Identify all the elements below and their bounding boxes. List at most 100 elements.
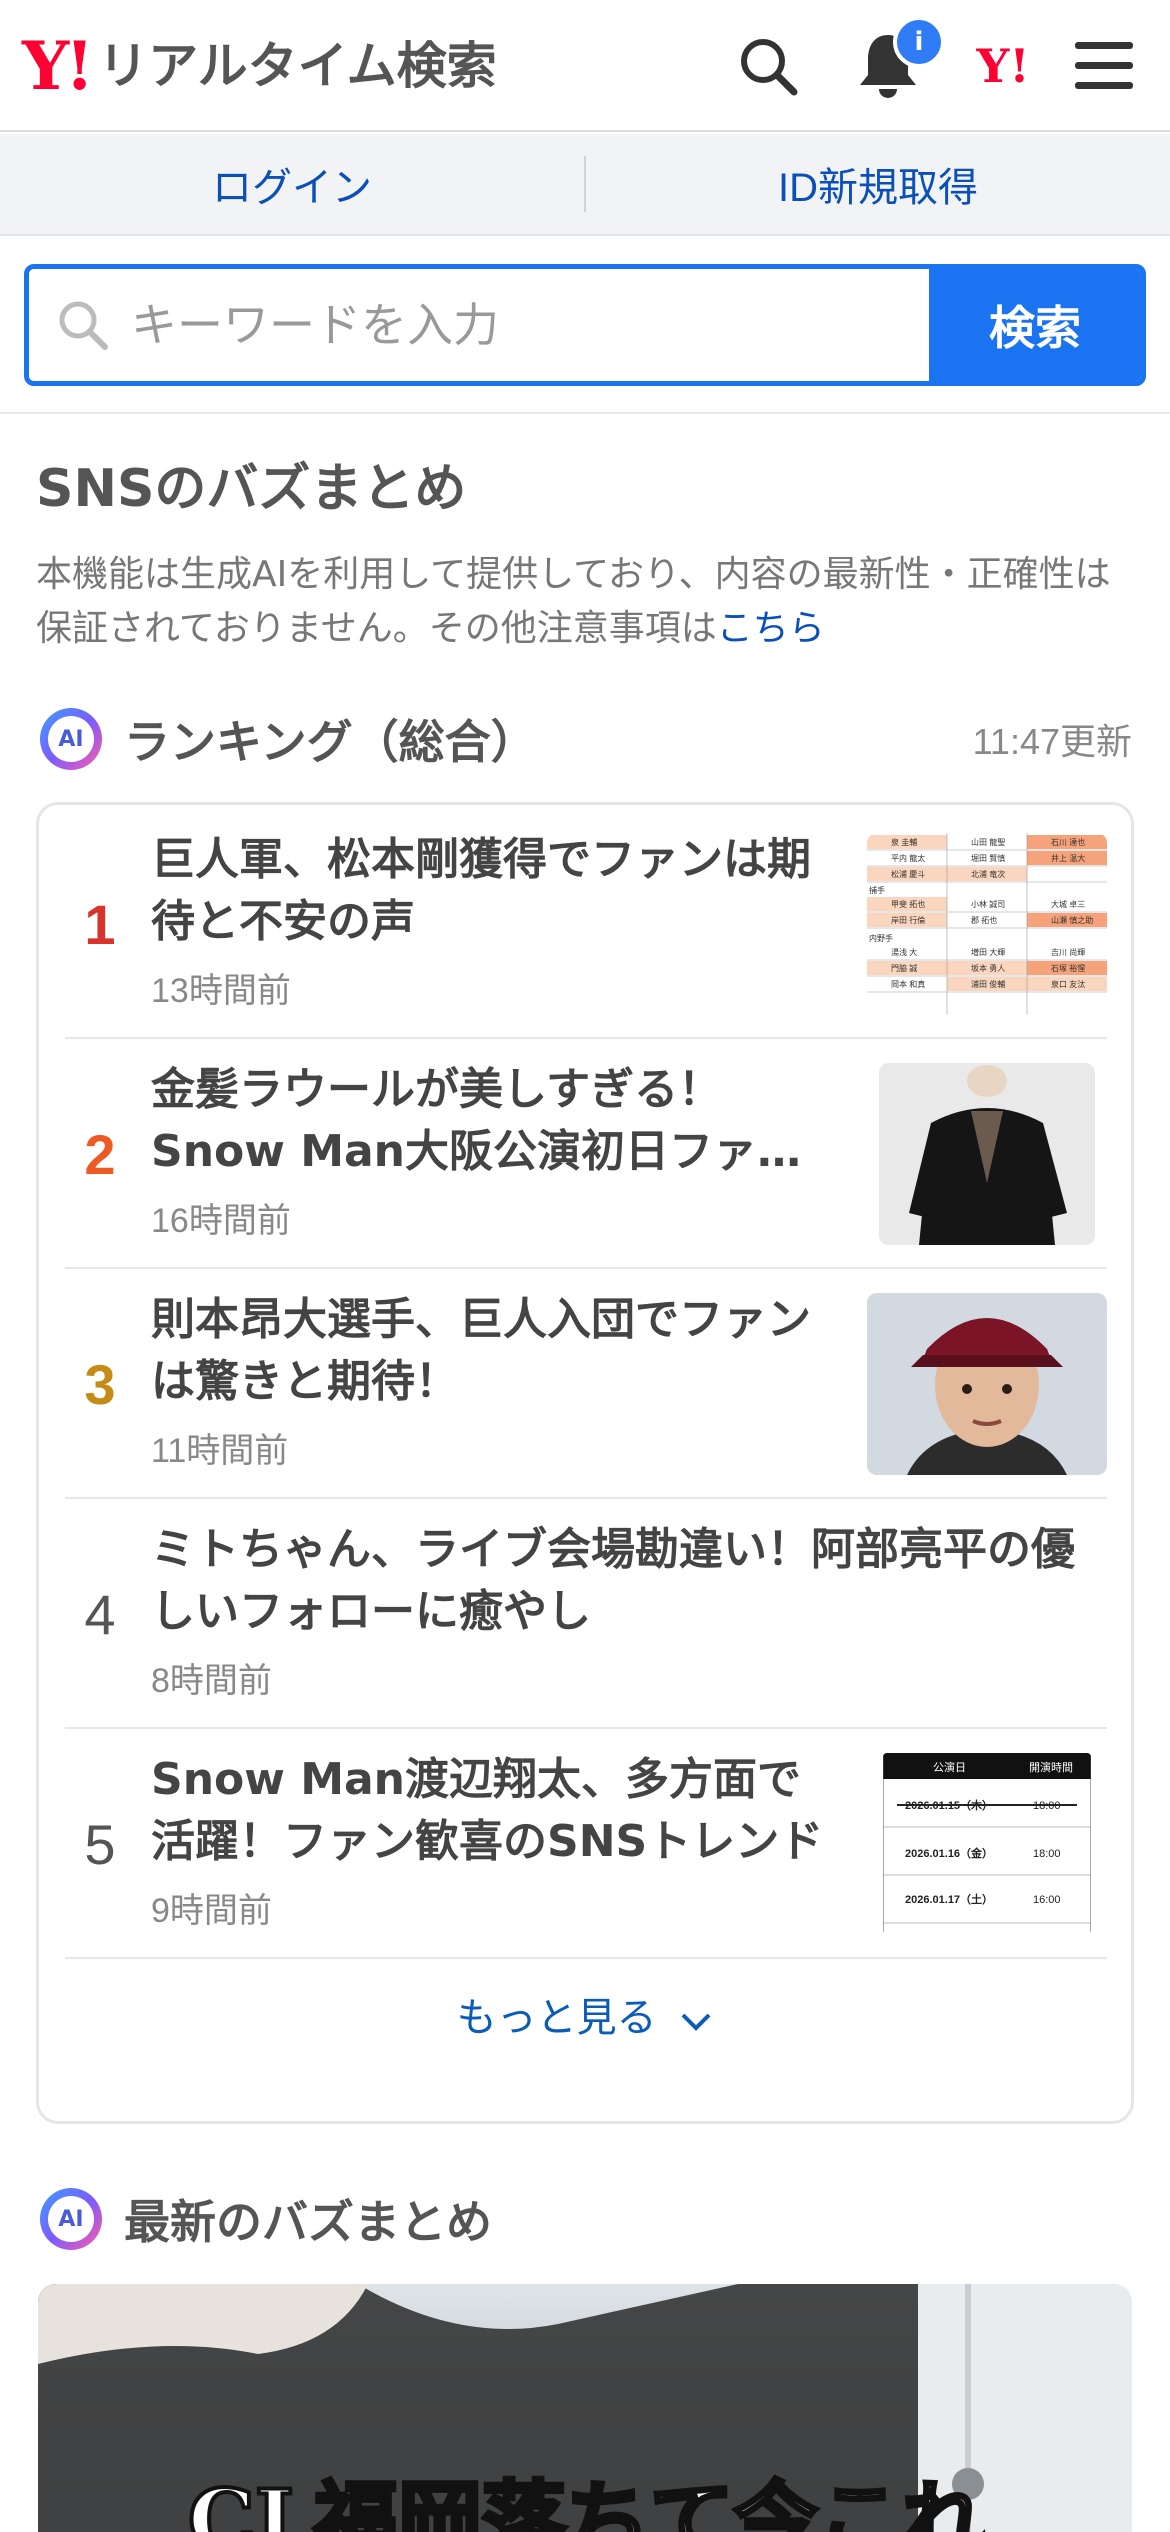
roster-name: 浦田 俊輔 xyxy=(971,979,1005,989)
schedule-time: 16:00 xyxy=(1033,1894,1061,1906)
ranking-header: AI ランキング（総合） 11:47更新 xyxy=(40,704,1132,774)
more-label: もっと見る xyxy=(456,1995,657,2041)
ranking-item[interactable]: 5 Snow Man渡辺翔太、多方面で 活躍！ファン歓喜のSNSトレンド 9時間… xyxy=(65,1729,1107,1959)
roster-name: 門脇 誠 xyxy=(891,963,917,973)
title-line: Snow Man渡辺翔太、多方面で xyxy=(151,1754,802,1805)
roster-label-infield: 内野手 xyxy=(869,933,893,943)
rank-number: 3 xyxy=(84,1352,116,1416)
ranking-card: 1 巨人軍、松本剛獲得でファンは期 待と不安の声 13時間前 泉 圭輔 山田 龍聖… xyxy=(36,802,1134,2124)
ranking-item[interactable]: 4 ミトちゃん、ライブ会場勘違い！阿部亮平の優 しいフォローに癒やし 8時間前 xyxy=(65,1499,1107,1729)
roster-name: 岡本 和真 xyxy=(891,979,925,989)
search-icon[interactable] xyxy=(730,28,806,104)
yahoo-japan-icon[interactable]: Y! xyxy=(965,28,1041,104)
latest-buzz-caption: CL福岡落ちて今これ xyxy=(186,2469,988,2532)
ranking-thumbnail xyxy=(879,1063,1095,1245)
ranking-thumbnail: 泉 圭輔 山田 龍聖 石川 達也 平内 龍太 堀田 賢慎 井上 温大 松浦 慶斗 北浦 竜… xyxy=(867,833,1107,1015)
ai-notice: 本機能は生成AIを利用して提供しており、内容の最新性・正確性は保証されておりませ… xyxy=(36,548,1146,656)
roster-name: 大城 卓三 xyxy=(1051,899,1085,909)
notification-badge: i xyxy=(893,16,945,68)
notice-link[interactable]: こちら xyxy=(717,608,825,649)
latest-header: AI 最新のバズまとめ xyxy=(40,2184,1132,2254)
ranking-item[interactable]: 1 巨人軍、松本剛獲得でファンは期 待と不安の声 13時間前 泉 圭輔 山田 龍聖… xyxy=(65,809,1107,1039)
ai-icon-label: AI xyxy=(48,716,94,762)
rank-number: 4 xyxy=(84,1582,116,1646)
roster-name: 増田 大輝 xyxy=(971,947,1005,957)
ai-icon: AI xyxy=(40,708,102,770)
ranking-title: ランキング（総合） xyxy=(124,715,537,769)
ai-icon: AI xyxy=(40,2188,102,2250)
title-line: ミトちゃん、ライブ会場勘違い！阿部亮平の優 xyxy=(151,1524,1075,1575)
roster-name: 松浦 慶斗 xyxy=(891,869,925,879)
ai-notice-text: 本機能は生成AIを利用して提供しており、内容の最新性・正確性は保証されておりませ… xyxy=(36,554,1111,649)
search-input-wrap xyxy=(29,269,929,381)
roster-name: 甲斐 拓也 xyxy=(891,899,925,909)
schedule-date: 2026.01.17（土） xyxy=(905,1892,993,1906)
title-line: 活躍！ファン歓喜のSNSトレンド xyxy=(151,1816,824,1867)
latest-buzz-card[interactable]: CL福岡落ちて今これ xyxy=(38,2284,1132,2532)
title-line: 待と不安の声 xyxy=(151,896,415,947)
login-link[interactable]: ログイン xyxy=(0,155,584,213)
latest-title: 最新のバズまとめ xyxy=(124,2195,492,2249)
title-line: は驚きと期待！ xyxy=(151,1356,459,1407)
ranking-item-title: ミトちゃん、ライブ会場勘違い！阿部亮平の優 しいフォローに癒やし xyxy=(151,1519,1075,1643)
ranking-updated-time: 11:47更新 xyxy=(972,721,1132,762)
login-bar: ログイン ID新規取得 xyxy=(0,134,1170,236)
ranking-item[interactable]: 2 金髪ラウールが美しすぎる！ Snow Man大阪公演初日ファ… 16時間前 xyxy=(65,1039,1107,1269)
app-header: Y! リアルタイム検索 i Y! xyxy=(0,0,1170,132)
search-field-icon xyxy=(55,297,111,353)
roster-name: 平内 龍太 xyxy=(891,853,925,863)
page-title: SNSのバズまとめ xyxy=(36,459,467,519)
title-line: Snow Man大阪公演初日ファ… xyxy=(151,1126,802,1177)
ranking-thumbnail xyxy=(867,1293,1107,1475)
schedule-head-date: 公演日 xyxy=(933,1760,966,1774)
roster-name: 山瀬 慎之助 xyxy=(1051,915,1093,925)
roster-name: 小林 誠司 xyxy=(971,899,1005,909)
title-line: 金髪ラウールが美しすぎる！ xyxy=(151,1064,723,1115)
more-button[interactable]: もっと見る xyxy=(39,1985,1131,2043)
roster-name: 泉 圭輔 xyxy=(891,837,917,847)
ranking-item-time: 13時間前 xyxy=(151,972,291,1010)
roster-name: 湯浅 大 xyxy=(891,947,917,957)
rank-number: 2 xyxy=(84,1122,116,1186)
search-form: 検索 xyxy=(24,264,1146,386)
search-button[interactable]: 検索 xyxy=(929,269,1141,381)
roster-name: 郡 拓也 xyxy=(971,915,997,925)
roster-name: 井上 温大 xyxy=(1051,853,1085,863)
title-line: しいフォローに癒やし xyxy=(151,1586,591,1637)
roster-name: 石塚 裕惺 xyxy=(1051,963,1085,973)
roster-name: 堀田 賢慎 xyxy=(971,853,1005,863)
roster-name: 北浦 竜次 xyxy=(971,869,1005,879)
ranking-item-time: 11時間前 xyxy=(151,1432,289,1470)
roster-name: 吉川 尚輝 xyxy=(1051,947,1085,957)
roster-name: 山田 龍聖 xyxy=(971,837,1005,847)
schedule-head-time: 開演時間 xyxy=(1029,1760,1073,1774)
title-line: 巨人軍、松本剛獲得でファンは期 xyxy=(151,834,811,885)
roster-label-catcher: 捕手 xyxy=(869,885,885,895)
rank-number: 1 xyxy=(84,892,116,956)
ai-icon-label: AI xyxy=(48,2196,94,2242)
schedule-date: 2026.01.16（金） xyxy=(905,1846,993,1860)
roster-name: 坂本 勇人 xyxy=(971,963,1005,973)
ranking-item-title: 巨人軍、松本剛獲得でファンは期 待と不安の声 xyxy=(151,829,811,953)
ranking-item-time: 9時間前 xyxy=(151,1892,272,1930)
logo-text: リアルタイム検索 xyxy=(98,37,497,95)
ranking-item-time: 8時間前 xyxy=(151,1662,272,1700)
hamburger-menu-icon[interactable] xyxy=(1066,28,1142,104)
ranking-item[interactable]: 3 則本昂大選手、巨人入団でファン は驚きと期待！ 11時間前 xyxy=(65,1269,1107,1499)
search-input[interactable] xyxy=(111,269,929,381)
section-divider xyxy=(0,412,1170,414)
schedule-time: 18:00 xyxy=(1033,1848,1061,1860)
roster-name: 岸田 行倫 xyxy=(891,915,925,925)
ranking-item-title: 則本昂大選手、巨人入団でファン は驚きと期待！ xyxy=(151,1289,811,1413)
ranking-item-title: Snow Man渡辺翔太、多方面で 活躍！ファン歓喜のSNSトレンド xyxy=(151,1749,823,1873)
register-link[interactable]: ID新規取得 xyxy=(586,155,1170,213)
chevron-down-icon xyxy=(679,1997,713,2043)
roster-name: 泉口 友汰 xyxy=(1051,979,1085,989)
ranking-item-title: 金髪ラウールが美しすぎる！ Snow Man大阪公演初日ファ… xyxy=(151,1059,801,1183)
roster-name: 石川 達也 xyxy=(1051,837,1085,847)
site-logo[interactable]: Y! リアルタイム検索 xyxy=(22,30,497,102)
ranking-thumbnail: 公演日 開演時間 2026.01.15（木） 18:00 2026.01.16（… xyxy=(883,1753,1091,1935)
ranking-item-time: 16時間前 xyxy=(151,1202,291,1240)
title-line: 則本昂大選手、巨人入団でファン xyxy=(151,1294,811,1345)
yahoo-logo-mark: Y! xyxy=(22,27,94,105)
